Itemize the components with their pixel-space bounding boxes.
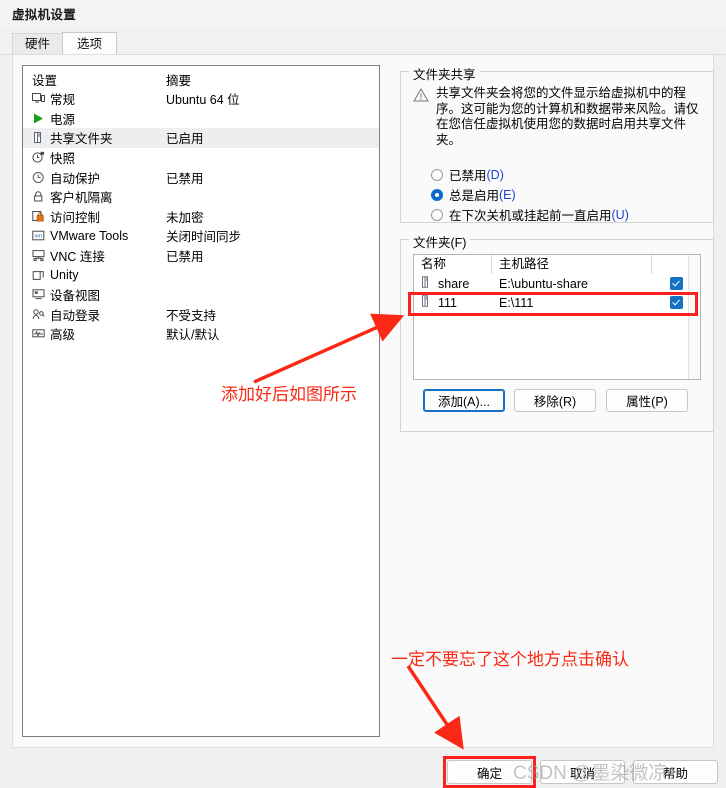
radio-until-shutdown-mnemonic: (U): [611, 207, 629, 222]
settings-column-header-summary: 摘要: [166, 73, 192, 88]
settings-row-power[interactable]: 电源: [23, 109, 379, 129]
settings-row-snapshot[interactable]: 快照: [23, 148, 379, 168]
shared-folder-icon: [32, 131, 45, 144]
device-view-icon: [32, 288, 45, 301]
settings-row-label: 客户机隔离: [50, 191, 113, 206]
folder-path: E:\ubuntu-share: [499, 276, 588, 291]
table-row[interactable]: share E:\ubuntu-share: [414, 274, 700, 293]
monitor-icon: [32, 92, 45, 105]
folder-properties-button[interactable]: 属性(P): [606, 389, 688, 412]
camera-clock-icon: [32, 151, 45, 164]
help-button[interactable]: 帮助: [633, 760, 718, 784]
remove-folder-button[interactable]: 移除(R): [514, 389, 596, 412]
settings-row-label: VMware Tools: [50, 228, 129, 243]
radio-mark-icon: [431, 168, 443, 181]
shared-folder-icon: [421, 295, 432, 310]
settings-row-advanced[interactable]: 高级 默认/默认: [23, 324, 379, 344]
radio-always-enabled-mnemonic: (E): [499, 187, 516, 202]
tab-options[interactable]: 选项: [62, 32, 118, 54]
window-titlebar: 虚拟机设置: [0, 0, 726, 26]
folder-sharing-group-title: 文件夹共享: [409, 64, 480, 83]
tab-strip: 硬件 选项: [0, 32, 726, 55]
radio-disabled-mnemonic: (D): [486, 167, 504, 182]
folders-table-scrollbar[interactable]: [688, 255, 700, 379]
power-play-icon: [32, 112, 45, 125]
radio-disabled[interactable]: 已禁用 (D): [431, 165, 504, 184]
settings-row-vmware-tools[interactable]: vm VMware Tools 关闭时间同步: [23, 226, 379, 246]
settings-row-label: 快照: [50, 152, 76, 167]
settings-row-autoprotect[interactable]: 自动保护 已禁用: [23, 167, 379, 187]
tab-hardware[interactable]: 硬件: [12, 33, 64, 54]
settings-row-access-control[interactable]: 访问控制 未加密: [23, 207, 379, 227]
settings-row-vnc[interactable]: VNC 连接 已禁用: [23, 246, 379, 266]
settings-row-label: 常规: [50, 93, 76, 108]
radio-disabled-label: 已禁用: [449, 169, 487, 183]
checkmark-icon: [669, 277, 683, 290]
folder-sharing-group: 文件夹共享 共享文件夹会将您的文件显示给虚拟机中的程序。这可能为您的计算机和数据…: [400, 64, 714, 224]
settings-row-summary: 已启用: [166, 132, 204, 147]
settings-row-summary: Ubuntu 64 位: [166, 93, 240, 108]
svg-text:vm: vm: [35, 234, 43, 240]
settings-row-summary: 关闭时间同步: [166, 230, 242, 245]
advanced-icon: [32, 327, 45, 340]
settings-row-label: 电源: [50, 112, 76, 127]
access-lock-icon: [32, 210, 45, 223]
checkmark-icon: [669, 296, 683, 309]
folders-column-header-name: 名称: [414, 255, 492, 274]
settings-row-summary: 默认/默认: [166, 328, 220, 343]
table-row[interactable]: 111 E:\111: [414, 293, 700, 312]
settings-row-label: 共享文件夹: [50, 132, 113, 147]
window-title: 虚拟机设置: [12, 7, 77, 22]
settings-row-summary: 已禁用: [166, 171, 204, 186]
folder-sharing-warning: 共享文件夹会将您的文件显示给虚拟机中的程序。这可能为您的计算机和数据带来风险。请…: [413, 86, 703, 148]
annotation-text-added: 添加好后如图所示: [221, 385, 357, 404]
unity-window-icon: [32, 269, 45, 282]
folders-column-header-path: 主机路径: [492, 255, 652, 274]
clock-icon: [32, 171, 45, 184]
warning-triangle-icon: [413, 86, 429, 148]
settings-row-shared-folders[interactable]: 共享文件夹 已启用: [23, 128, 379, 148]
settings-row-label: 自动登录: [50, 308, 101, 323]
cancel-button[interactable]: 取消: [540, 760, 625, 784]
settings-row-general[interactable]: 常规 Ubuntu 64 位: [23, 89, 379, 109]
settings-row-guest-isolation[interactable]: 客户机隔离: [23, 187, 379, 207]
settings-row-label: 自动保护: [50, 171, 101, 186]
settings-column-header-name: 设置: [32, 73, 58, 88]
folder-name: share: [438, 276, 470, 291]
radio-always-enabled[interactable]: 总是启用 (E): [431, 185, 516, 204]
vnc-icon: [32, 249, 45, 262]
folders-group: 文件夹(F) 名称 主机路径 share E:\ubuntu-share 111…: [400, 232, 714, 432]
settings-row-label: 访问控制: [50, 210, 101, 225]
radio-until-shutdown[interactable]: 在下次关机或挂起前一直启用 (U): [431, 205, 629, 224]
add-folder-button[interactable]: 添加(A)...: [423, 389, 505, 412]
radio-mark-icon: [431, 188, 443, 201]
annotation-text-confirm: 一定不要忘了这个地方点击确认: [391, 650, 629, 669]
settings-row-summary: 不受支持: [166, 308, 217, 323]
folder-name: 111: [438, 295, 458, 310]
folders-table-header: 名称 主机路径: [414, 255, 700, 274]
auto-login-icon: [32, 308, 45, 321]
ok-button[interactable]: 确定: [447, 760, 532, 784]
lock-icon: [32, 190, 45, 203]
settings-row-device-view[interactable]: 设备视图: [23, 285, 379, 305]
settings-row-summary: 已禁用: [166, 250, 204, 265]
folder-path: E:\111: [499, 295, 534, 310]
settings-row-label: 高级: [50, 328, 76, 343]
radio-always-enabled-label: 总是启用: [449, 189, 500, 203]
settings-row-label: VNC 连接: [50, 250, 105, 265]
radio-mark-icon: [431, 208, 443, 221]
folder-sharing-warning-text: 共享文件夹会将您的文件显示给虚拟机中的程序。这可能为您的计算机和数据带来风险。请…: [436, 86, 699, 147]
settings-row-auto-login[interactable]: 自动登录 不受支持: [23, 305, 379, 325]
radio-until-shutdown-label: 在下次关机或挂起前一直启用: [449, 209, 612, 223]
folders-group-title: 文件夹(F): [409, 232, 471, 251]
vmware-tools-icon: vm: [32, 229, 45, 242]
settings-row-label: 设备视图: [50, 289, 101, 304]
settings-list-header: 设置 摘要: [23, 66, 379, 89]
settings-row-summary: 未加密: [166, 210, 204, 225]
settings-row-unity[interactable]: Unity: [23, 265, 379, 285]
settings-row-label: Unity: [50, 268, 79, 283]
shared-folder-icon: [421, 276, 432, 291]
folders-table[interactable]: 名称 主机路径 share E:\ubuntu-share 111 E:\111: [413, 254, 701, 380]
